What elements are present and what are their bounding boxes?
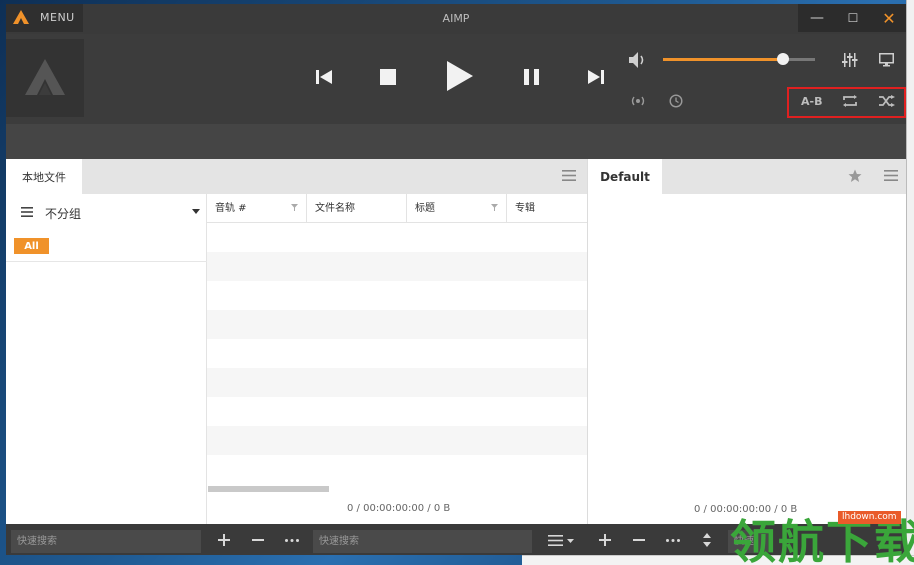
timer-button[interactable] [668,93,684,109]
column-label: 标题 [415,203,435,214]
volume-knob[interactable] [777,53,790,65]
table-row [207,426,587,455]
more-dots-icon [666,538,680,542]
playlist-search-input[interactable]: 快速搜索 [313,530,532,553]
column-label: 专辑 [515,203,535,214]
library-sidebar: 不分组 All [6,194,207,524]
stop-icon [380,69,396,85]
all-filter-badge[interactable]: All [14,238,49,254]
highlight-annotation [787,87,906,118]
volume-button[interactable] [628,50,648,70]
list-icon [21,207,33,217]
next-icon [588,70,604,84]
play-icon [447,61,473,91]
player-panel: A-B [6,34,906,124]
close-button[interactable]: ✕ [872,4,906,32]
minus-icon [633,539,645,541]
minus-icon [252,539,264,541]
sidebar-divider [6,261,207,262]
radio-button[interactable] [628,94,648,108]
watermark-url: lhdown.com [838,511,901,524]
tab-local-files[interactable]: 本地文件 [6,159,82,194]
star-icon[interactable] [848,169,862,183]
sort-arrows-icon [703,533,711,547]
aimp-window: MENU AIMP — ☐ ✕ A-B 本地文件 不分组 All 音轨 # 文件… [6,4,906,555]
album-art [6,39,84,117]
app-title: AIMP [442,12,470,25]
column-title[interactable]: 标题 [407,194,507,223]
library-tab-row: 本地文件 [6,159,587,194]
column-filename[interactable]: 文件名称 [307,194,407,223]
add-to-playlist-button[interactable] [596,531,614,549]
title-bar: MENU AIMP — ☐ ✕ [6,4,906,34]
info-strip [6,124,906,159]
hamburger-menu-icon[interactable] [884,170,898,181]
table-row [207,310,587,339]
plus-icon [599,534,611,546]
desktop-side-window [906,0,914,565]
filter-icon[interactable] [291,204,298,211]
playlist-area[interactable]: 0 / 00:00:00:00 / 0 B [588,194,906,524]
equalizer-icon [842,53,858,67]
table-row [207,252,587,281]
stop-button[interactable] [378,67,398,87]
library-search-input[interactable]: 快速搜索 [11,530,201,553]
more-button[interactable] [283,531,301,549]
sort-button[interactable] [698,531,716,549]
aimp-logo-icon [13,10,29,24]
clock-icon [669,94,683,108]
add-button[interactable] [215,531,233,549]
more-dots-icon [285,538,299,542]
column-label: 文件名称 [315,203,355,214]
volume-fill [663,58,784,61]
play-button[interactable] [444,59,476,93]
previous-icon [316,70,332,84]
previous-button[interactable] [314,67,334,87]
visualization-button[interactable] [876,50,896,70]
next-button[interactable] [586,67,606,87]
library-status: 0 / 00:00:00:00 / 0 B [347,503,451,514]
horizontal-scrollbar[interactable] [208,486,329,492]
column-album[interactable]: 专辑 [507,194,587,223]
column-track[interactable]: 音轨 # [207,194,307,223]
watermark: 领航下载 lhdown.com [728,500,914,565]
equalizer-button[interactable] [840,50,860,70]
tab-default-playlist[interactable]: Default [588,159,662,194]
table-row [207,368,587,397]
group-selector[interactable]: 不分组 [6,194,207,230]
speaker-icon [629,52,644,68]
pause-button[interactable] [521,67,541,87]
remove-from-playlist-button[interactable] [630,531,648,549]
menu-button[interactable]: MENU [6,4,83,32]
group-label: 不分组 [45,207,82,221]
plus-icon [218,534,230,546]
remove-button[interactable] [249,531,267,549]
aimp-logo-large-icon [25,59,65,95]
monitor-icon [878,53,894,67]
pause-icon [523,69,539,85]
playlist-tab-row: Default [588,159,906,194]
minimize-button[interactable]: — [800,4,834,32]
library-table: 音轨 # 文件名称 标题 专辑 0 / 00:00:00:00 / 0 B [207,194,587,524]
playlist-more-button[interactable] [664,531,682,549]
column-label: 音轨 # [215,203,247,214]
filter-icon[interactable] [491,204,498,211]
maximize-button[interactable]: ☐ [836,4,870,32]
table-header: 音轨 # 文件名称 标题 专辑 [207,194,587,223]
menu-label: MENU [40,11,75,24]
volume-slider[interactable] [663,53,815,65]
playlist-menu-button[interactable] [544,531,578,549]
chevron-down-icon [192,209,200,214]
radio-icon [631,96,645,106]
window-controls: — ☐ ✕ [798,4,906,32]
hamburger-menu-icon[interactable] [562,170,576,181]
hamburger-dropdown-icon [548,534,574,546]
